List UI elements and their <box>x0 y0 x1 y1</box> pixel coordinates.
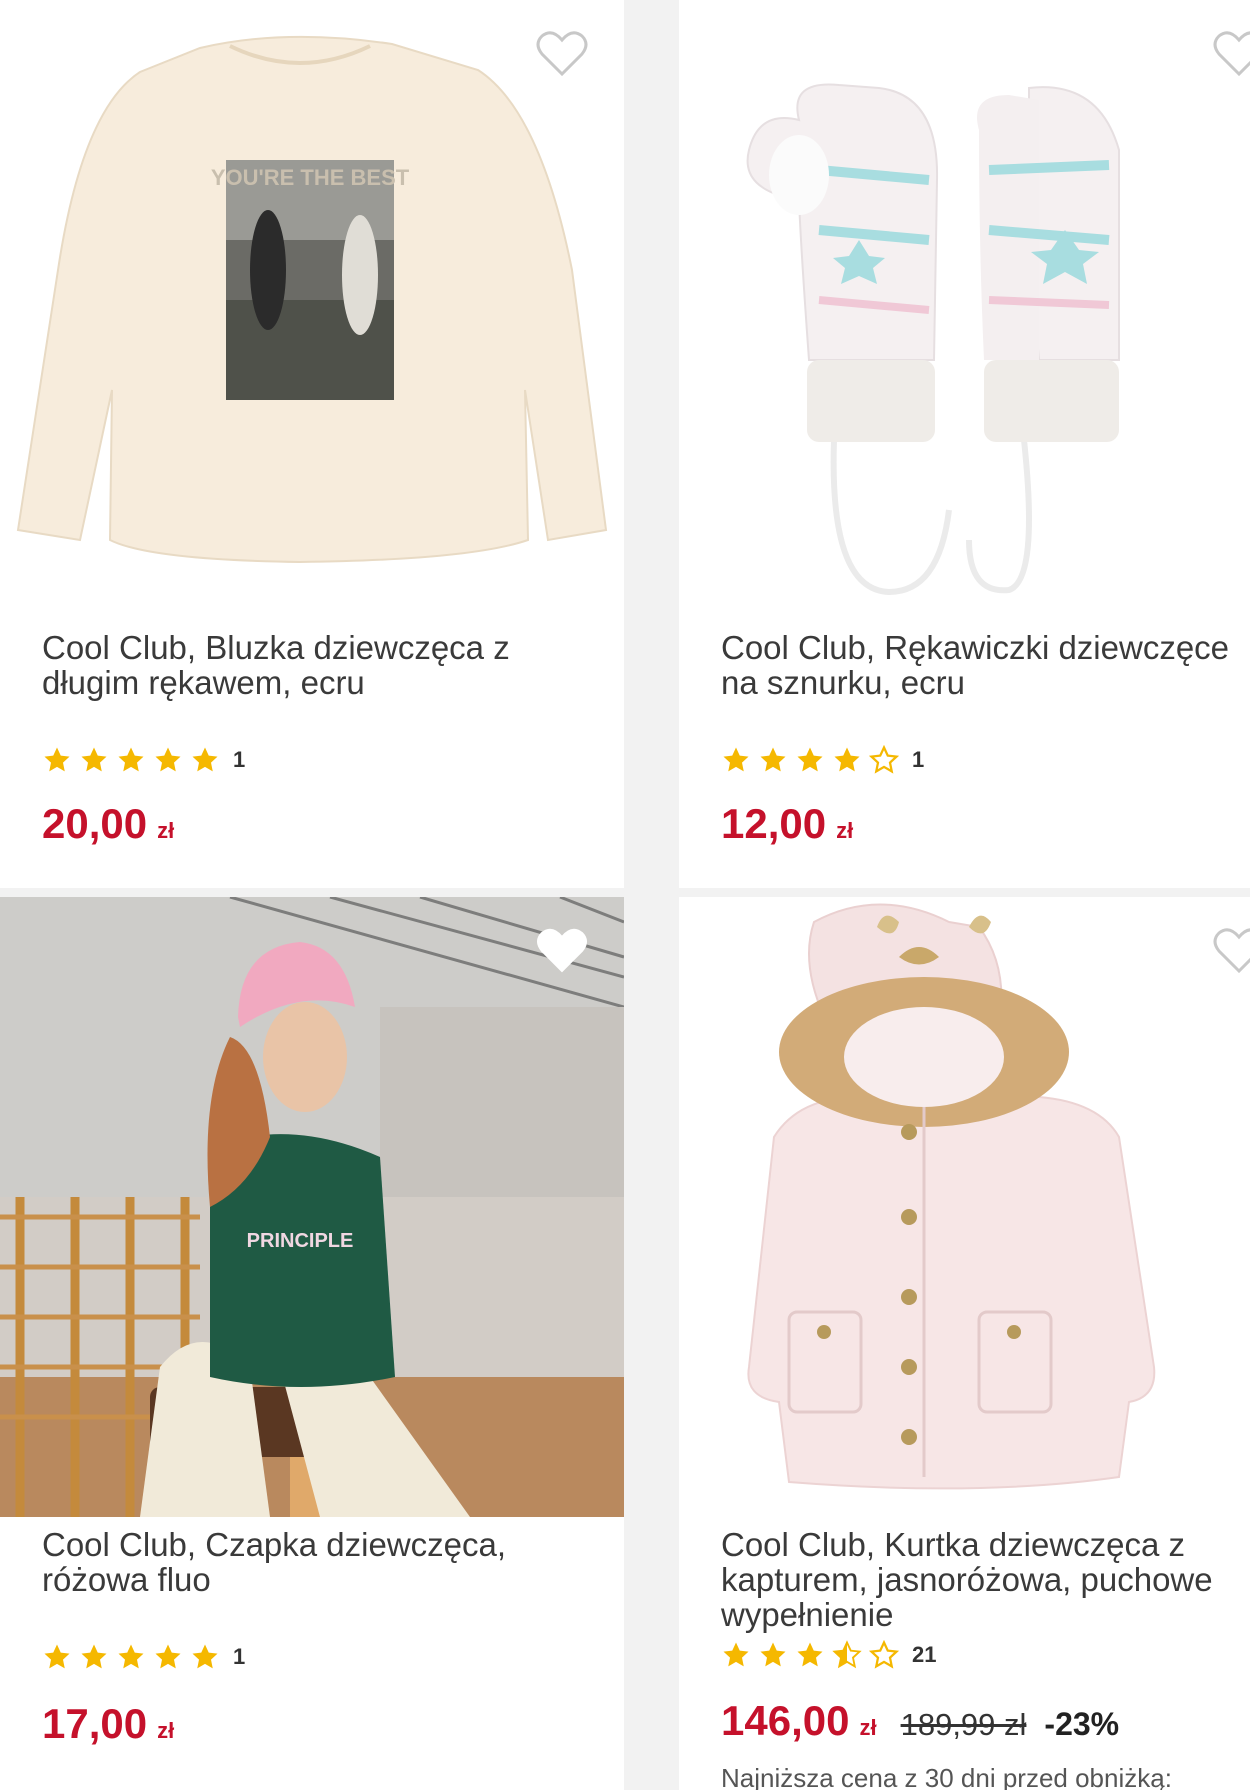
star-icon <box>760 1642 786 1667</box>
price-currency: zł <box>157 1718 175 1743</box>
star-icon <box>118 747 144 772</box>
price-currency: zł <box>836 818 854 843</box>
price: 17,00 zł <box>42 1700 174 1748</box>
lowest-price-note: Najniższa cena z 30 dni przed obniżką: <box>721 1763 1172 1790</box>
star-icon <box>834 747 860 772</box>
price: 20,00 zł <box>42 800 174 848</box>
price: 146,00 zł 189,99 zł -23% <box>721 1697 1119 1745</box>
product-image[interactable]: YOU'RE THE BEST <box>0 0 624 600</box>
rating-count: 21 <box>912 1642 937 1667</box>
product-image[interactable] <box>679 897 1250 1517</box>
price-currency: zł <box>859 1715 877 1740</box>
product-image[interactable]: PRINCIPLE <box>0 897 624 1517</box>
price-value: 20,00 <box>42 800 148 847</box>
price-currency: zł <box>157 818 175 843</box>
rating: 1 <box>721 745 924 775</box>
star-icon <box>155 1644 181 1669</box>
star-icon <box>118 1644 144 1669</box>
star-half-icon <box>832 1640 862 1669</box>
star-icon <box>797 1642 823 1667</box>
star-icon <box>760 747 786 772</box>
product-title[interactable]: Cool Club, Rękawiczki dziewczęce na sznu… <box>721 630 1236 700</box>
star-icon <box>192 747 218 772</box>
star-icon <box>192 1644 218 1669</box>
product-title[interactable]: Cool Club, Czapka dziewczęca, różowa flu… <box>42 1527 610 1597</box>
star-outline-icon <box>869 745 899 774</box>
star-icon <box>723 1642 749 1667</box>
product-image[interactable] <box>679 0 1250 600</box>
star-icon <box>797 747 823 772</box>
product-card[interactable]: PRINCIPLE Cool Club, Czapka dziewczęca, … <box>0 897 624 1790</box>
rating-count: 1 <box>912 747 925 772</box>
star-icon <box>44 1644 70 1669</box>
price-value: 12,00 <box>721 800 827 847</box>
old-price: 189,99 zł <box>900 1707 1027 1742</box>
star-icon <box>723 747 749 772</box>
rating: 1 <box>42 1642 245 1672</box>
product-card[interactable]: Cool Club, Kurtka dziewczęca z kapturem,… <box>679 897 1250 1790</box>
favorite-heart-icon[interactable] <box>536 30 588 78</box>
price-value: 146,00 <box>721 1697 850 1744</box>
rating-count: 1 <box>233 1644 246 1669</box>
star-icon <box>155 747 181 772</box>
favorite-heart-icon[interactable] <box>1213 30 1250 78</box>
star-icon <box>81 747 107 772</box>
product-card[interactable]: YOU'RE THE BEST Cool Club, Bluzka dziewc… <box>0 0 624 888</box>
rating: 21 <box>721 1640 936 1670</box>
favorite-heart-icon[interactable] <box>536 927 588 975</box>
star-outline-icon <box>869 1640 899 1669</box>
star-icon <box>81 1644 107 1669</box>
rating-count: 1 <box>233 747 246 772</box>
rating: 1 <box>42 745 245 775</box>
product-title[interactable]: Cool Club, Bluzka dziewczęca z długim rę… <box>42 630 610 700</box>
price: 12,00 zł <box>721 800 853 848</box>
sweatshirt-print-text: PRINCIPLE <box>247 1230 354 1252</box>
discount-badge: -23% <box>1044 1706 1120 1742</box>
favorite-heart-icon[interactable] <box>1213 927 1250 975</box>
product-card[interactable]: Cool Club, Rękawiczki dziewczęce na sznu… <box>679 0 1250 888</box>
product-title[interactable]: Cool Club, Kurtka dziewczęca z kapturem,… <box>721 1527 1236 1632</box>
star-icon <box>44 747 70 772</box>
price-value: 17,00 <box>42 1700 148 1747</box>
shirt-print-text: YOU'RE THE BEST <box>211 165 410 190</box>
